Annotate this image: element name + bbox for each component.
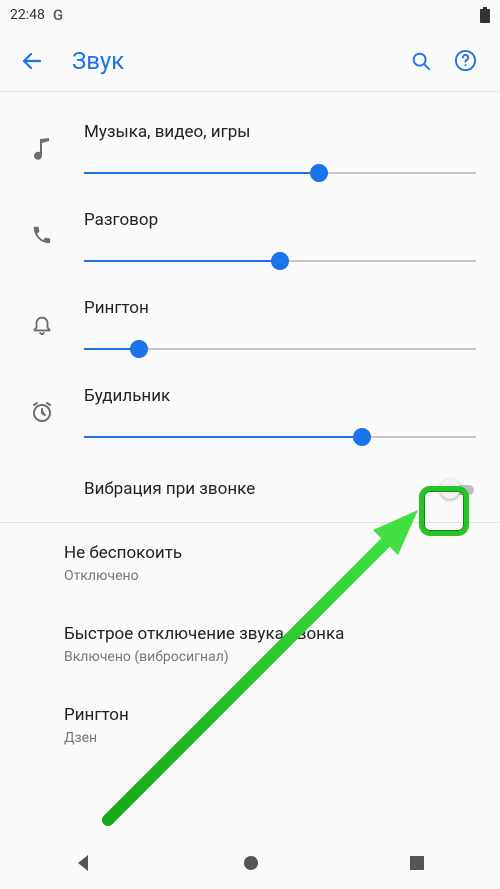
slider-label: Музыка, видео, игры <box>84 122 476 142</box>
status-bar: 22:48 G <box>0 0 500 30</box>
item-subtitle: Отключено <box>64 568 476 584</box>
nav-back-button[interactable] <box>74 853 94 877</box>
status-time: 22:48 <box>10 7 45 23</box>
battery-icon <box>480 7 490 23</box>
app-bar: Звук <box>0 30 500 92</box>
media-slider[interactable] <box>84 160 476 186</box>
item-title: Быстрое отключение звука звонка <box>64 624 476 644</box>
ring-slider[interactable] <box>84 336 476 362</box>
alarm-icon <box>30 400 54 428</box>
alarm-slider[interactable] <box>84 424 476 450</box>
slider-ring: Рингтон <box>0 280 500 368</box>
content: Музыка, видео, игры Разговор Рингтон <box>0 92 500 766</box>
do-not-disturb-item[interactable]: Не беспокоить Отключено <box>0 523 500 604</box>
help-button[interactable] <box>448 44 482 78</box>
nav-home-button[interactable] <box>241 853 261 877</box>
prevent-ringing-item[interactable]: Быстрое отключение звука звонка Включено… <box>0 604 500 685</box>
item-title: Рингтон <box>64 705 476 725</box>
vibrate-toggle[interactable] <box>440 478 476 500</box>
bell-icon <box>31 312 53 340</box>
slider-label: Рингтон <box>84 298 476 318</box>
slider-label: Будильник <box>84 386 476 406</box>
slider-alarm: Будильник <box>0 368 500 456</box>
call-slider[interactable] <box>84 248 476 274</box>
slider-media: Музыка, видео, игры <box>0 104 500 192</box>
music-note-icon <box>32 136 52 164</box>
nav-bar <box>0 841 500 889</box>
search-button[interactable] <box>404 44 438 78</box>
vibrate-label: Вибрация при звонке <box>84 479 440 499</box>
item-subtitle: Включено (вибросигнал) <box>64 649 476 665</box>
slider-label: Разговор <box>84 210 476 230</box>
google-icon: G <box>53 6 63 24</box>
phone-icon <box>31 224 53 250</box>
back-button[interactable] <box>18 47 46 75</box>
item-subtitle: Дзен <box>64 730 476 746</box>
page-title: Звук <box>72 47 394 75</box>
ringtone-item[interactable]: Рингтон Дзен <box>0 685 500 766</box>
nav-recent-button[interactable] <box>408 854 426 876</box>
slider-call: Разговор <box>0 192 500 280</box>
vibrate-on-ring-row[interactable]: Вибрация при звонке <box>0 456 500 522</box>
item-title: Не беспокоить <box>64 543 476 563</box>
